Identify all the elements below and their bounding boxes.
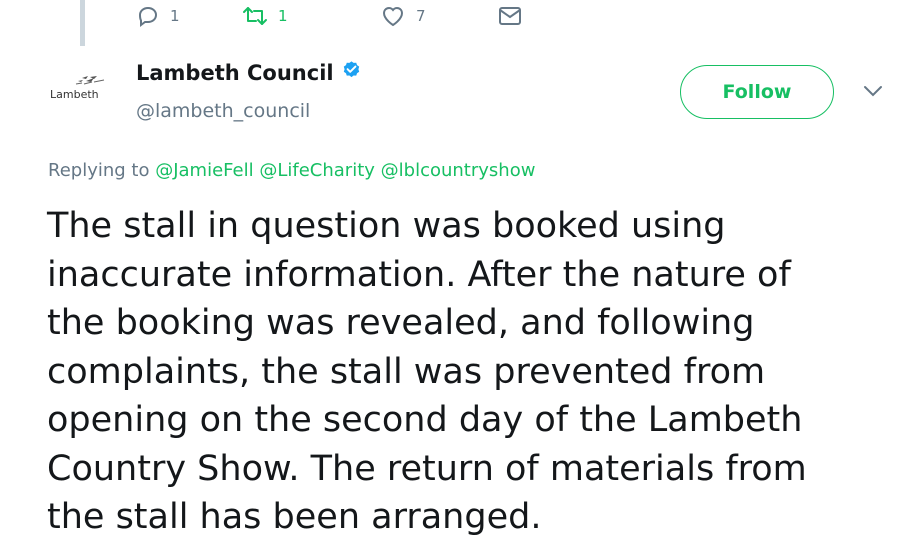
like-count: 7 [416,7,426,25]
mention-link[interactable]: @JamieFell [155,160,253,181]
chevron-down-icon [862,83,884,102]
reply-count: 1 [170,7,180,25]
more-options-button[interactable] [862,83,884,102]
retweet-button[interactable]: 1 [242,4,288,28]
direct-message-button[interactable] [498,4,522,28]
thread-line [80,0,85,46]
direct-message-icon [498,5,522,27]
like-icon [380,4,406,28]
avatar-logo-text: Lambeth [50,88,99,101]
tweet-text-line: The stall in question was booked using [47,206,726,246]
tweet-text-line: the booking was revealed, and following [47,303,755,343]
mention-link[interactable]: @LifeCharity [259,160,375,181]
reply-icon [136,4,160,28]
tweet-text-line: complaints, the stall was prevented from [47,351,766,392]
tweet-text-line: opening on the second day of the Lambeth [47,400,803,440]
retweet-count: 1 [278,7,288,25]
replying-to-label: Replying to [48,160,150,181]
avatar[interactable]: Lambeth [40,66,120,114]
author-name[interactable]: Lambeth Council [136,61,334,85]
like-button[interactable]: 7 [380,4,426,28]
tweet-text-line: the stall has been arranged. [47,497,542,537]
author-handle[interactable]: @lambeth_council [136,100,310,122]
replying-to-line: Replying to @JamieFell @LifeCharity @lbl… [48,160,535,181]
tweet-text: The stall in question was booked using i… [47,202,897,542]
verified-badge-icon [334,60,362,85]
tweet-text-line: inaccurate information. After the nature… [47,254,791,295]
reply-button[interactable]: 1 [136,4,180,28]
mention-link[interactable]: @lblcountryshow [381,160,536,181]
author-name-row[interactable]: Lambeth Council [136,60,362,85]
follow-button[interactable]: Follow [680,65,834,119]
tweet-text-line: Country Show. The return of materials fr… [47,448,807,489]
retweet-icon [242,4,268,28]
